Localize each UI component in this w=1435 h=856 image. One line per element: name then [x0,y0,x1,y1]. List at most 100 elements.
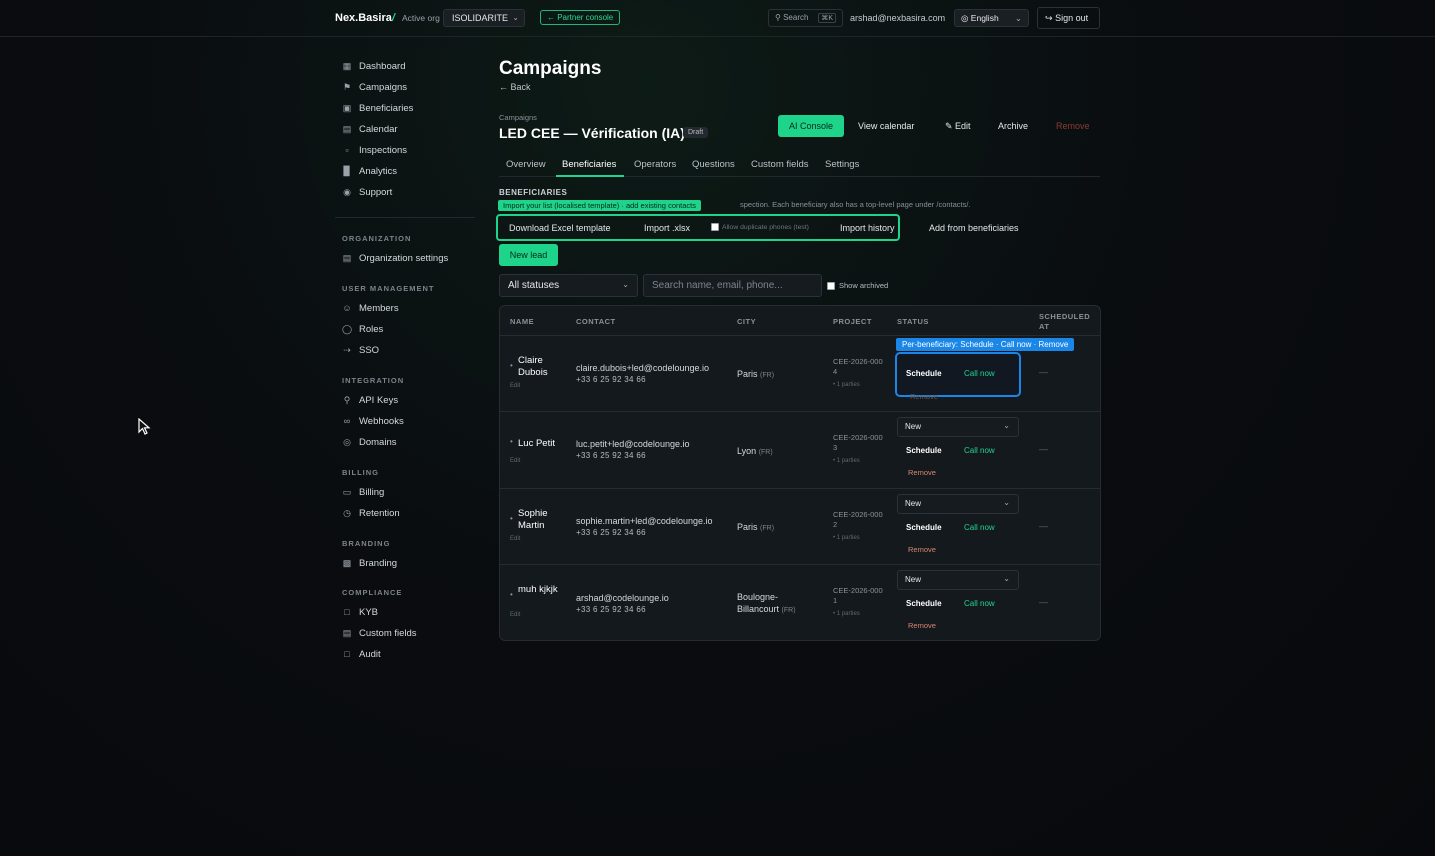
contact-phone: +33 6 25 92 34 66 [576,451,646,460]
sidebar-item-dashboard[interactable]: ▦ Dashboard [342,58,406,74]
sidebar-item-sso[interactable]: ⇢ SSO [342,342,379,358]
import-history-button[interactable]: Import history [840,223,895,233]
contact-email: claire.dubois+led@codelounge.io [576,363,709,373]
sidebar-item-custom-fields[interactable]: ▤ Custom fields [342,625,417,641]
edit-link[interactable]: Edit [510,383,520,389]
edit-button[interactable]: ✎ Edit [945,121,971,132]
edit-link[interactable]: Edit [510,612,520,618]
sidebar-item-audit[interactable]: □ Audit [342,646,380,662]
search-input[interactable]: Search name, email, phone... [643,274,822,297]
sidebar-item-organization-settings[interactable]: ▤ Organization settings [342,250,449,266]
status-select[interactable]: New ⌄ [897,570,1019,590]
parties-count: • 1 parties [833,535,860,541]
column-header-scheduled-at: SCHEDULED AT [1039,312,1091,331]
sidebar-item-webhooks[interactable]: ∞ Webhooks [342,413,404,429]
tab-overview[interactable]: Overview [506,159,546,170]
key-icon: ⚲ [343,395,351,405]
tab-custom-fields[interactable]: Custom fields [751,159,809,170]
contact-phone: +33 6 25 92 34 66 [576,605,646,614]
sidebar-item-campaigns[interactable]: ⚑ Campaigns [342,79,407,95]
section-organization: ORGANIZATION [342,234,412,243]
download-template-button[interactable]: Download Excel template [509,223,611,233]
section-compliance: COMPLIANCE [342,588,403,597]
edit-link[interactable]: Edit [510,536,520,542]
edit-link[interactable]: Edit [510,458,520,464]
sign-out-button[interactable]: ↪ Sign out [1037,7,1100,29]
schedule-button[interactable]: Schedule [906,523,942,532]
back-link[interactable]: ← Back [499,82,531,92]
allow-duplicates-checkbox[interactable]: Allow duplicate phones (test) [711,223,809,231]
ai-console-button[interactable]: AI Console [778,115,844,137]
project-code: CEE-2026-0001 [833,586,883,605]
archive-button[interactable]: Archive [998,121,1028,131]
tab-operators[interactable]: Operators [634,159,676,170]
language-select[interactable]: ◎ English ⌄ [954,9,1029,27]
org-select[interactable]: ISOLIDARITE ⌄ [443,9,525,27]
call-now-button[interactable]: Call now [964,599,995,608]
sidebar-item-branding[interactable]: ▩ Branding [342,555,397,571]
new-lead-button[interactable]: New lead [499,244,558,266]
call-now-button[interactable]: Call now [964,369,995,378]
beneficiary-name[interactable]: Luc Petit [518,438,555,450]
parties-count: • 1 parties [833,611,860,617]
building-icon: ▤ [342,253,352,263]
mouse-pointer-icon [138,418,151,435]
breadcrumb[interactable]: Campaigns [499,113,537,122]
row-bullet: • [510,437,513,446]
tab-beneficiaries[interactable]: Beneficiaries [562,159,616,170]
schedule-button[interactable]: Schedule [906,599,942,608]
schedule-button[interactable]: Schedule [906,446,942,455]
checkbox[interactable] [827,281,835,290]
view-calendar-button[interactable]: View calendar [858,121,914,131]
remove-button[interactable]: Remove [908,545,936,554]
section-branding: BRANDING [342,539,391,548]
sidebar-item-roles[interactable]: ◯ Roles [342,321,383,337]
sidebar-item-kyb[interactable]: □ KYB [342,604,378,620]
sidebar-item-retention[interactable]: ◷ Retention [342,505,400,521]
column-header-contact: CONTACT [576,317,616,326]
sidebar-item-analytics[interactable]: ▉ Analytics [342,163,397,179]
scheduled-at: — [1039,367,1048,377]
user-email: arshad@nexbasira.com [850,13,946,23]
add-from-beneficiaries-button[interactable]: Add from beneficiaries [929,223,1019,233]
checkbox[interactable] [711,223,719,231]
flag-icon: ⚑ [342,82,352,92]
beneficiary-name[interactable]: muh kjkjk [518,584,558,596]
scheduled-at: — [1039,521,1048,531]
users-icon: ☺ [342,303,352,313]
sidebar-item-calendar[interactable]: ▤ Calendar [342,121,398,137]
campaign-title: LED CEE — Vérification (IA) [499,125,685,141]
remove-button[interactable]: Remove [910,392,938,401]
sidebar-item-members[interactable]: ☺ Members [342,300,398,316]
section-description: spection. Each beneficiary also has a to… [740,200,971,209]
show-archived-checkbox[interactable]: Show archived [827,281,888,290]
partner-console-button[interactable]: ← Partner console [540,10,621,25]
chevron-down-icon: ⌄ [622,280,629,289]
remove-campaign-button[interactable]: Remove [1056,121,1090,131]
sidebar-item-support[interactable]: ◉ Support [342,184,392,200]
call-now-button[interactable]: Call now [964,523,995,532]
sidebar-item-inspections[interactable]: ▫ Inspections [342,142,407,158]
import-xlsx-button[interactable]: Import .xlsx [644,223,690,233]
tab-settings[interactable]: Settings [825,159,859,170]
remove-button[interactable]: Remove [908,468,936,477]
status-select[interactable]: New ⌄ [897,494,1019,514]
search-button[interactable]: ⚲ Search ⌘K [768,9,843,27]
beneficiary-name[interactable]: Claire Dubois [518,355,558,379]
grid-icon: ▦ [342,61,352,71]
contact-email: luc.petit+led@codelounge.io [576,439,690,449]
beneficiary-name[interactable]: Sophie Martin [518,508,558,532]
call-now-button[interactable]: Call now [964,446,995,455]
sidebar-item-domains[interactable]: ◎ Domains [342,434,396,450]
status-select[interactable]: New ⌄ [897,417,1019,437]
tab-questions[interactable]: Questions [692,159,735,170]
brand-logo[interactable]: Nex.Basira/ [335,12,395,24]
schedule-button[interactable]: Schedule [906,369,942,378]
section-billing: BILLING [342,468,379,477]
sidebar-item-billing[interactable]: ▭ Billing [342,484,385,500]
sidebar-item-beneficiaries[interactable]: ▣ Beneficiaries [342,100,414,116]
remove-button[interactable]: Remove [908,621,936,630]
sidebar-item-api-keys[interactable]: ⚲ API Keys [342,392,398,408]
status-filter-select[interactable]: All statuses ⌄ [499,274,638,297]
column-header-name: NAME [510,317,535,326]
